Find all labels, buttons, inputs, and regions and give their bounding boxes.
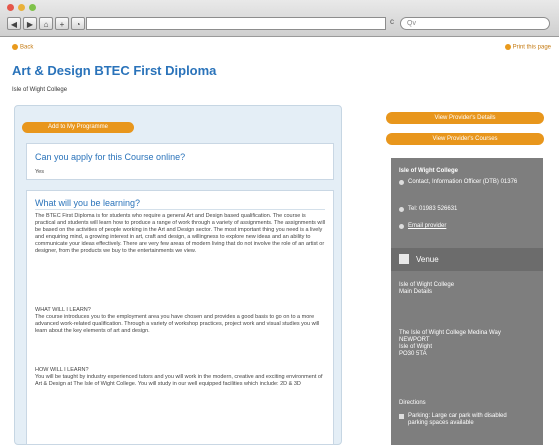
page-subtitle: Isle of Wight College <box>12 87 68 93</box>
nav-buttons: ◀ ▶ ⌂ + ◔ <box>7 17 85 30</box>
email-provider-link[interactable]: Email provider <box>408 223 446 229</box>
print-label: Print this page <box>512 44 551 51</box>
provider-name: Isle of Wight College <box>399 168 458 174</box>
how-learn-heading: HOW WILL I LEARN? <box>35 367 89 373</box>
apply-online-box: Can you apply for this Course online? Ye… <box>26 143 334 180</box>
zoom-window-icon[interactable] <box>29 4 36 11</box>
provider-tel: Tel: 01983 526631 <box>408 206 458 212</box>
minimize-window-icon[interactable] <box>18 4 25 11</box>
apply-heading: Can you apply for this Course online? <box>35 152 186 162</box>
directions-label: Directions <box>399 400 426 406</box>
how-learn-text: You will be taught by industry experienc… <box>35 374 323 387</box>
rss-icon[interactable]: ◔ <box>71 17 85 30</box>
reload-icon[interactable]: c <box>390 17 394 26</box>
back-arrow-icon <box>12 44 18 50</box>
parking-icon <box>399 414 404 419</box>
back-link[interactable]: Back <box>12 44 33 51</box>
close-window-icon[interactable] <box>7 4 14 11</box>
view-provider-courses-button[interactable]: View Provider's Courses <box>386 133 544 145</box>
venue-label: Venue <box>416 255 439 264</box>
home-icon[interactable]: ⌂ <box>39 17 53 30</box>
address-bar[interactable] <box>86 17 386 30</box>
back-label: Back <box>20 44 34 51</box>
learning-heading: What will you be learning? <box>35 198 141 208</box>
what-learn-text: The course introduces you to the employm… <box>35 314 320 334</box>
directions-text: Parking: Large car park with disabled pa… <box>408 413 507 426</box>
course-description: The BTEC First Diploma is for students w… <box>35 213 326 254</box>
phone-icon <box>399 207 404 212</box>
window-controls <box>7 4 36 11</box>
provider-panel: Isle of Wight College Contact, Informati… <box>391 158 543 445</box>
add-icon[interactable]: + <box>55 17 69 30</box>
venue-block-1: Isle of Wight College Main Details <box>399 282 455 295</box>
forward-icon[interactable]: ▶ <box>23 17 37 30</box>
browser-toolbar: ◀ ▶ ⌂ + ◔ c Qv <box>0 0 559 37</box>
contact-icon <box>399 180 404 185</box>
what-learn-heading: WHAT WILL I LEARN? <box>35 307 91 313</box>
venue-address: The Isle of Wight College Medina Way NEW… <box>399 330 501 357</box>
learning-box: What will you be learning? The BTEC Firs… <box>26 190 334 445</box>
email-icon <box>399 224 404 229</box>
heading-divider <box>35 209 325 210</box>
page-title: Art & Design BTEC First Diploma <box>12 63 217 78</box>
print-link[interactable]: Print this page <box>504 44 551 51</box>
add-to-programme-button[interactable]: Add to My Programme <box>22 122 134 133</box>
apply-answer: Yes <box>35 169 44 175</box>
venue-icon <box>399 254 409 264</box>
venue-header <box>391 248 543 271</box>
provider-contact: Contact, Information Officer (DTB) 01376 <box>408 179 518 185</box>
search-input[interactable]: Qv <box>400 17 550 30</box>
view-provider-details-button[interactable]: View Provider's Details <box>386 112 544 124</box>
print-icon <box>504 44 511 50</box>
back-icon[interactable]: ◀ <box>7 17 21 30</box>
